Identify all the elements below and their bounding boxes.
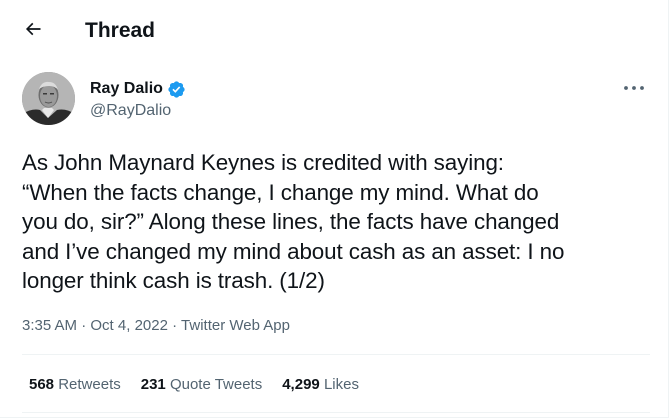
likes-stat[interactable]: 4,299 Likes <box>282 375 359 395</box>
likes-count: 4,299 <box>282 376 320 393</box>
author-display-name[interactable]: Ray Dalio <box>90 79 163 99</box>
tweet-stats: 568 Retweets 231 Quote Tweets 4,299 Like… <box>29 375 379 395</box>
author-handle[interactable]: @RayDalio <box>90 101 171 121</box>
tweet-text-line: longer think cash is trash. (1/2) <box>22 268 325 293</box>
meta-separator: · <box>81 317 91 334</box>
likes-label: Likes <box>323 376 359 393</box>
retweets-label: Retweets <box>58 376 121 393</box>
quote-tweets-label: Quote Tweets <box>169 376 263 393</box>
back-button[interactable] <box>16 14 50 48</box>
tweet-source[interactable]: Twitter Web App <box>181 317 290 334</box>
avatar[interactable] <box>22 72 75 125</box>
divider <box>22 354 650 355</box>
tweet-date[interactable]: Oct 4, 2022 <box>90 317 168 334</box>
divider <box>22 412 650 413</box>
page-title: Thread <box>85 19 156 42</box>
tweet-text-line: you do, sir?” Along these lines, the fac… <box>22 209 560 234</box>
quote-tweets-stat[interactable]: 231 Quote Tweets <box>141 375 262 395</box>
arrow-left-icon <box>23 19 43 44</box>
quote-tweets-count: 231 <box>140 376 166 393</box>
retweets-count: 568 <box>29 376 55 393</box>
tweet-text-line: “When the facts change, I change my mind… <box>22 179 539 205</box>
more-icon <box>623 78 645 96</box>
tweet-text-line: As John Maynard Keynes is credited with … <box>22 150 504 175</box>
tweet-time[interactable]: 3:35 AM <box>22 317 77 334</box>
retweets-stat[interactable]: 568 Retweets <box>29 375 121 395</box>
tweet-text-line: and I’ve changed my mind about cash as a… <box>22 238 565 264</box>
tweet-meta: 3:35 AM · Oct 4, 2022 · Twitter Web App <box>22 316 290 336</box>
more-options-button[interactable] <box>620 76 648 98</box>
verified-badge-icon[interactable] <box>167 80 186 99</box>
thread-header: Thread <box>0 0 670 62</box>
tweet-text: As John Maynard Keynes is credited with … <box>22 148 657 296</box>
author-name-row: Ray Dalio <box>90 79 186 99</box>
meta-separator: · <box>172 317 182 334</box>
